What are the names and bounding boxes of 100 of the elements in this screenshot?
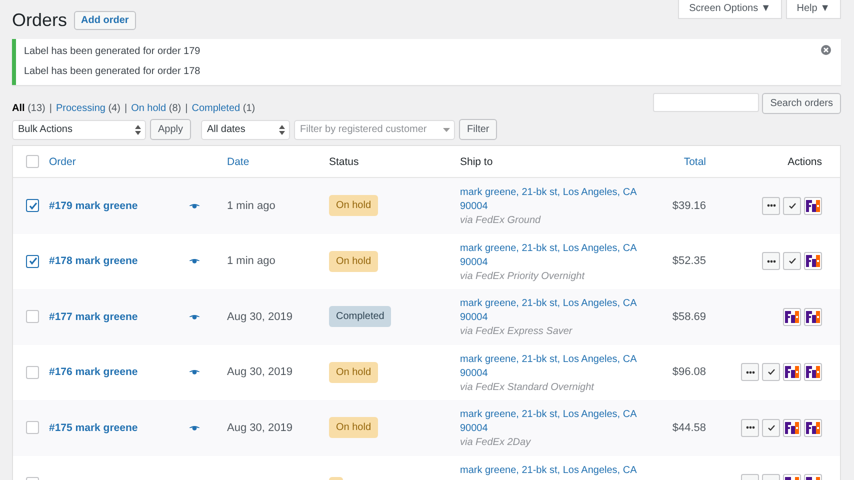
shipping-label-button[interactable] [804, 308, 822, 326]
separator: | [124, 103, 128, 114]
order-link[interactable]: #176 mark greene [49, 366, 138, 378]
order-link[interactable]: #177 mark greene [49, 310, 138, 323]
column-header[interactable]: Date [227, 156, 250, 168]
row-checkbox[interactable] [26, 421, 39, 434]
screen-options-tab[interactable]: Screen Options ▼ [678, 0, 782, 19]
page-title: Orders [12, 10, 68, 31]
bulk-actions-select[interactable]: Bulk Actions [12, 120, 146, 140]
carrier-logo-icon [784, 364, 800, 380]
shipping-method: via FedEx Standard Overnight [460, 380, 596, 394]
add-order-button[interactable]: Add order [74, 11, 136, 30]
shipping-label-button[interactable] [783, 308, 801, 326]
search-orders-button[interactable]: Search orders [762, 93, 841, 114]
shipping-label-button[interactable] [804, 252, 822, 270]
row-checkbox[interactable] [26, 366, 39, 379]
shipping-label-button[interactable] [783, 363, 801, 382]
complete-button[interactable] [762, 418, 780, 437]
column-header[interactable]: Total [684, 156, 706, 168]
notice-message: Label has been generated for order 179 [24, 45, 200, 59]
carrier-logo-icon [805, 308, 821, 325]
order-date: Aug 30, 2019 [227, 422, 292, 434]
order-link[interactable]: #178 mark greene [49, 255, 138, 268]
eye-icon[interactable] [189, 202, 200, 209]
check-icon [788, 258, 796, 264]
shipping-method: via FedEx 2Day [460, 436, 532, 450]
help-tab[interactable]: Help ▼ [786, 0, 841, 19]
more-actions-button[interactable] [762, 196, 780, 215]
dates-select[interactable]: All dates [201, 120, 290, 140]
status-badge: On hold [329, 250, 378, 272]
order-total: $58.69 [672, 310, 706, 323]
eye-icon[interactable] [189, 258, 200, 264]
close-icon[interactable] [821, 45, 831, 55]
column-header: Actions [788, 156, 822, 168]
row-checkbox[interactable] [26, 254, 39, 268]
column-header: Status [329, 156, 359, 168]
shipping-address-link[interactable]: mark greene, 21-bk st, Los Angeles, CA 90004 [460, 408, 640, 436]
status-badge: On hold [329, 195, 378, 216]
separator: | [185, 103, 188, 114]
more-actions-button[interactable] [741, 363, 759, 382]
order-total: $39.16 [672, 200, 706, 212]
column-header[interactable]: Order [49, 156, 76, 168]
order-date: Aug 30, 2019 [227, 366, 292, 378]
search-field[interactable] [653, 93, 760, 112]
updown-icon [279, 124, 286, 134]
shipping-address-link[interactable]: mark greene, 21-bk st, Los Angeles, CA 90004 [460, 297, 640, 325]
status-filter-link[interactable]: On hold (8) [131, 103, 182, 114]
eye-icon[interactable] [189, 314, 200, 320]
complete-button[interactable] [783, 196, 801, 215]
select-all-checkbox[interactable] [26, 155, 39, 168]
carrier-logo-icon [805, 253, 821, 270]
shipping-address-link[interactable]: mark greene, 21-bk st, Los Angeles, CA 90004 [460, 352, 640, 380]
order-link[interactable]: #179 mark greene [49, 200, 138, 212]
order-total: $96.08 [672, 366, 706, 378]
shipping-address-link[interactable]: mark greene, 21-bk st, Los Angeles, CA 90004 [460, 186, 640, 214]
carrier-logo-icon [805, 198, 821, 214]
filter-button[interactable]: Filter [459, 119, 498, 140]
shipping-address-link[interactable]: mark greene, 21-bk st, Los Angeles, CA [460, 464, 640, 478]
shipping-address-link[interactable]: mark greene, 21-bk st, Los Angeles, CA 90004 [460, 242, 640, 270]
customer-filter-field[interactable]: Filter by registered customer [294, 120, 456, 140]
status-badge: Completed [329, 306, 392, 328]
order-date: 1 min ago [227, 255, 276, 268]
shipping-label-button[interactable] [804, 363, 822, 382]
shipping-method: via FedEx Ground [460, 214, 542, 228]
status-badge: On hold [329, 362, 378, 383]
more-actions-button[interactable] [762, 252, 780, 270]
dots-icon [746, 426, 754, 430]
shipping-label-button[interactable] [804, 418, 822, 437]
complete-button[interactable] [783, 252, 801, 270]
carrier-logo-icon [784, 420, 800, 436]
complete-button[interactable] [762, 363, 780, 382]
status-filter-link[interactable]: Completed (1) [192, 103, 256, 114]
order-total: $52.35 [672, 255, 706, 268]
notice-message: Label has been generated for order 178 [24, 65, 200, 79]
status-filter-link[interactable]: All (13) [12, 103, 46, 114]
column-header: Ship to [460, 154, 494, 168]
order-total: $44.58 [672, 422, 706, 434]
shipping-method: via FedEx Priority Overnight [460, 270, 586, 284]
apply-button[interactable]: Apply [150, 119, 192, 140]
eye-icon[interactable] [189, 369, 200, 376]
caret-icon [443, 128, 450, 132]
shipping-method: via FedEx Express Saver [460, 325, 574, 339]
check-icon [768, 424, 774, 431]
eye-icon[interactable] [189, 424, 200, 431]
more-actions-button[interactable] [741, 418, 759, 437]
carrier-logo-icon [805, 364, 821, 380]
shipping-label-button[interactable] [783, 418, 801, 437]
order-date: Aug 30, 2019 [227, 310, 292, 323]
updown-icon [135, 124, 141, 134]
dots-icon [766, 204, 776, 208]
dots-icon [766, 260, 776, 263]
row-checkbox[interactable] [26, 310, 39, 324]
check-icon [788, 202, 796, 209]
carrier-logo-icon [805, 420, 821, 436]
shipping-label-button[interactable] [804, 196, 822, 215]
separator: | [49, 103, 52, 114]
dots-icon [746, 370, 754, 374]
status-filter-link[interactable]: Processing (4) [56, 103, 120, 114]
order-link[interactable]: #175 mark greene [49, 422, 138, 434]
row-checkbox[interactable] [26, 199, 39, 212]
